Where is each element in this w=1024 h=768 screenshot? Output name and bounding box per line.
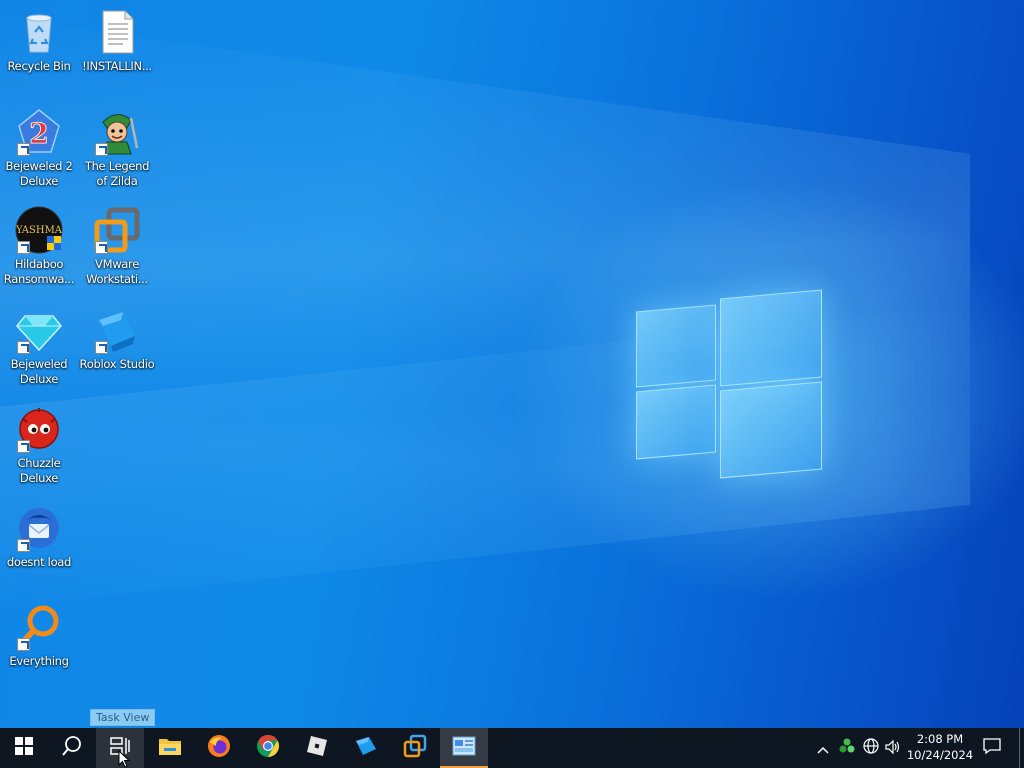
desktop-icon-vmware-workstation[interactable]: VMware Workstati... bbox=[78, 206, 156, 287]
icon-label: Hildaboo Ransomwa... bbox=[3, 257, 75, 286]
windows-wallpaper-logo bbox=[636, 289, 822, 480]
action-center-button[interactable] bbox=[978, 728, 1006, 768]
desktop-icon-legend-of-zilda[interactable]: The Legend of Zilda bbox=[78, 108, 156, 189]
speaker-icon bbox=[885, 739, 901, 758]
chuzzle-deluxe-icon bbox=[15, 405, 63, 453]
wallpaper-light-beam bbox=[0, 6, 970, 574]
icon-label: Bejeweled Deluxe bbox=[10, 357, 68, 386]
clock-time: 2:08 PM bbox=[916, 732, 964, 746]
bejeweled-deluxe-icon bbox=[15, 306, 63, 354]
roblox-button[interactable] bbox=[293, 728, 341, 768]
recycle-arrows-icon bbox=[839, 738, 855, 758]
icon-label: doesnt load bbox=[6, 555, 72, 569]
desktop-icon-roblox-studio[interactable]: Roblox Studio bbox=[78, 306, 156, 372]
desktop-icon-hildaboo-ransomware[interactable]: YASHMA Hildaboo Ransomwa... bbox=[0, 206, 78, 287]
chevron-up-icon bbox=[817, 739, 829, 758]
firefox-icon bbox=[207, 734, 231, 762]
roblox-icon bbox=[306, 735, 328, 761]
thunderbird-icon bbox=[15, 504, 63, 552]
icon-label: VMware Workstati... bbox=[86, 257, 148, 286]
icon-label: The Legend of Zilda bbox=[84, 159, 150, 188]
volume-button[interactable] bbox=[882, 728, 904, 768]
legend-of-zilda-icon bbox=[93, 108, 141, 156]
roblox-studio-icon bbox=[354, 735, 378, 761]
firefox-button[interactable] bbox=[195, 728, 243, 768]
svg-text:2: 2 bbox=[29, 117, 48, 150]
icon-label: Everything bbox=[9, 654, 69, 668]
windows-logo-icon bbox=[15, 737, 33, 759]
desktop-icon-everything[interactable]: Everything bbox=[0, 603, 78, 669]
search-icon bbox=[61, 735, 83, 761]
chrome-button[interactable] bbox=[244, 728, 292, 768]
recycle-bin-icon bbox=[15, 8, 63, 56]
mouse-cursor-icon bbox=[118, 749, 132, 768]
hildaboo-ransomware-icon: YASHMA bbox=[15, 206, 63, 254]
clock[interactable]: 2:08 PM 10/24/2024 bbox=[906, 731, 974, 763]
search-button[interactable] bbox=[48, 728, 96, 768]
roblox-studio-icon bbox=[93, 306, 141, 354]
shortcut-arrow-icon bbox=[95, 341, 108, 354]
file-explorer-button[interactable] bbox=[146, 728, 194, 768]
chrome-icon bbox=[256, 734, 280, 762]
shortcut-arrow-icon bbox=[95, 143, 108, 156]
clock-date: 10/24/2024 bbox=[906, 748, 974, 762]
task-view-tooltip: Task View bbox=[90, 709, 156, 726]
vmware-icon bbox=[403, 734, 427, 762]
icon-label: Roblox Studio bbox=[79, 357, 155, 371]
desktop-icon-doesnt-load[interactable]: doesnt load bbox=[0, 504, 78, 570]
desktop-icon-bejeweled-2[interactable]: 2 Bejeweled 2 Deluxe bbox=[0, 108, 78, 189]
globe-icon bbox=[863, 738, 879, 758]
shortcut-arrow-icon bbox=[17, 440, 30, 453]
notification-icon bbox=[983, 738, 1001, 758]
desktop-background[interactable]: Recycle Bin 2 Bejeweled 2 Deluxe YASHMA … bbox=[0, 0, 1024, 728]
everything-search-icon bbox=[15, 603, 63, 651]
taskbar: 2:08 PM 10/24/2024 bbox=[0, 728, 1024, 768]
control-panel-icon bbox=[452, 736, 476, 760]
roblox-studio-button[interactable] bbox=[342, 728, 390, 768]
tray-app-button[interactable] bbox=[836, 728, 858, 768]
desktop-icon-bejeweled-deluxe[interactable]: Bejeweled Deluxe bbox=[0, 306, 78, 387]
folder-icon bbox=[158, 736, 182, 760]
shortcut-arrow-icon bbox=[17, 241, 30, 254]
icon-label: Recycle Bin bbox=[7, 59, 71, 73]
shortcut-arrow-icon bbox=[17, 539, 30, 552]
show-hidden-icons-button[interactable] bbox=[812, 728, 834, 768]
shortcut-arrow-icon bbox=[17, 341, 30, 354]
bejeweled-2-icon: 2 bbox=[15, 108, 63, 156]
desktop-icon-recycle-bin[interactable]: Recycle Bin bbox=[0, 8, 78, 74]
network-button[interactable] bbox=[860, 728, 882, 768]
desktop-icon-chuzzle-deluxe[interactable]: Chuzzle Deluxe bbox=[0, 405, 78, 486]
start-button[interactable] bbox=[0, 728, 48, 768]
shortcut-arrow-icon bbox=[95, 241, 108, 254]
show-desktop-button[interactable] bbox=[1019, 728, 1024, 768]
desktop-icon-installing-file[interactable]: !INSTALLIN... bbox=[78, 8, 156, 74]
icon-label: Bejeweled 2 Deluxe bbox=[5, 159, 73, 188]
control-panel-button[interactable] bbox=[440, 728, 488, 768]
text-file-icon bbox=[93, 8, 141, 56]
shortcut-arrow-icon bbox=[17, 638, 30, 651]
icon-label: Chuzzle Deluxe bbox=[17, 456, 61, 485]
yashma-text: YASHMA bbox=[15, 225, 63, 236]
vmware-workstation-icon bbox=[93, 206, 141, 254]
icon-label: !INSTALLIN... bbox=[82, 59, 152, 73]
vmware-button[interactable] bbox=[391, 728, 439, 768]
shortcut-arrow-icon bbox=[17, 143, 30, 156]
